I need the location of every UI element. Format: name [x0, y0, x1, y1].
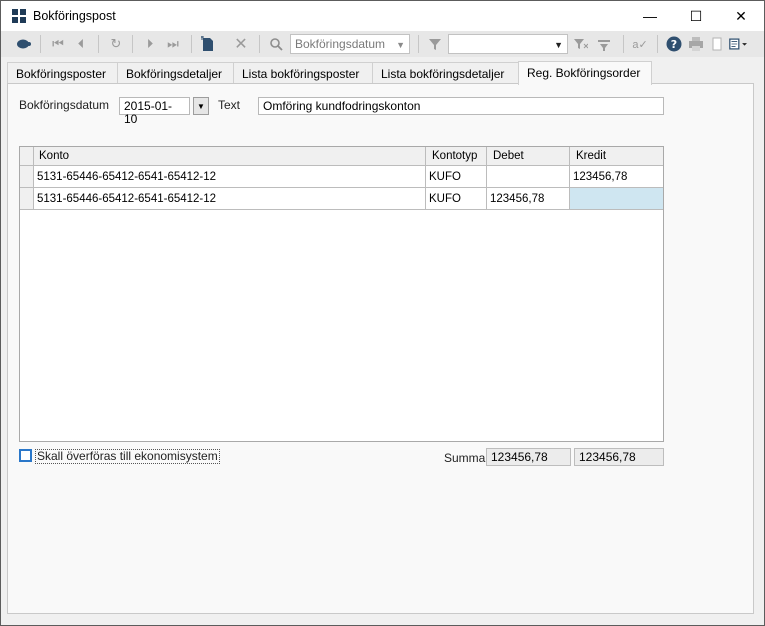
row-header-corner — [20, 147, 34, 166]
column-header-debet[interactable]: Debet — [487, 147, 570, 166]
delete-icon[interactable]: ✕ — [232, 35, 250, 53]
column-header-kredit[interactable]: Kredit — [570, 147, 663, 166]
new-document-icon[interactable] — [199, 35, 217, 53]
printer-icon[interactable] — [687, 35, 705, 53]
tab-reg-bokforingsorder[interactable]: Reg. Bokföringsorder — [518, 61, 652, 85]
page-icon[interactable] — [708, 35, 726, 53]
chevron-down-icon: ▼ — [197, 101, 205, 111]
transfer-checkbox-label[interactable]: Skall överföras till ekonomisystem — [35, 449, 220, 464]
cell-kredit-selected[interactable] — [570, 188, 663, 209]
search-icon[interactable] — [267, 35, 285, 53]
svg-text:?: ? — [671, 38, 677, 51]
title-bar: Bokföringspost — ☐ ✕ — [1, 1, 764, 31]
cell-konto[interactable]: 5131-65446-65412-6541-65412-12 — [34, 166, 426, 187]
tab-lista-bokforingsposter[interactable]: Lista bokföringsposter — [233, 62, 373, 84]
column-header-konto[interactable]: Konto — [34, 147, 426, 166]
summa-label: Summa — [444, 451, 486, 465]
filter-combo[interactable]: ▼ — [448, 34, 568, 54]
filter-icon[interactable] — [426, 35, 444, 53]
help-icon[interactable]: ? — [665, 35, 683, 53]
row-header[interactable] — [20, 166, 34, 187]
chevron-down-icon: ▼ — [396, 40, 405, 50]
tab-bokforingsdetaljer[interactable]: Bokföringsdetaljer — [117, 62, 234, 84]
toolbar: ⏮ ⏴ ↻ ⏵ ⏭ ✕ Bokföringsdatum ▼ ▼ a✓ ? — [1, 31, 764, 57]
text-field[interactable]: Omföring kundfodringskonton — [258, 97, 664, 115]
date-label: Bokföringsdatum — [19, 98, 110, 112]
turtle-icon[interactable] — [14, 35, 32, 53]
summa-debet-field: 123456,78 — [486, 448, 571, 466]
column-header-kontotyp[interactable]: Kontotyp — [426, 147, 487, 166]
row-header[interactable] — [20, 188, 34, 209]
last-record-icon[interactable]: ⏭ — [164, 35, 182, 53]
window-title: Bokföringspost — [33, 9, 116, 23]
previous-record-icon[interactable]: ⏴ — [72, 35, 90, 53]
sort-field-value: Bokföringsdatum — [295, 37, 386, 51]
tab-lista-bokforingsdetaljer[interactable]: Lista bokföringsdetaljer — [372, 62, 519, 84]
summa-kredit-field: 123456,78 — [574, 448, 664, 466]
cell-debet[interactable] — [487, 166, 570, 187]
text-label: Text — [218, 98, 241, 112]
filter-apply-icon[interactable] — [572, 35, 590, 53]
sort-field-combo[interactable]: Bokföringsdatum ▼ — [290, 34, 410, 54]
table-row[interactable]: 5131-65446-65412-6541-65412-12 KUFO 1234… — [20, 166, 663, 188]
date-picker-button[interactable]: ▼ — [193, 97, 209, 115]
app-grid-icon — [12, 9, 26, 23]
close-button[interactable]: ✕ — [718, 1, 764, 31]
spellcheck-icon[interactable]: a✓ — [631, 35, 649, 53]
transfer-checkbox[interactable] — [19, 449, 32, 462]
next-record-icon[interactable]: ⏵ — [141, 35, 159, 53]
cell-kontotyp[interactable]: KUFO — [426, 188, 487, 209]
first-record-icon[interactable]: ⏮ — [49, 35, 67, 53]
date-field[interactable]: 2015-01-10 — [119, 97, 190, 126]
tab-strip: Bokföringsposter Bokföringsdetaljer List… — [1, 61, 764, 85]
bokforing-grid: Konto Kontotyp Debet Kredit 5131-65446-6… — [19, 146, 664, 442]
main-window: Bokföringspost — ☐ ✕ ⏮ ⏴ ↻ ⏵ ⏭ ✕ Bokföri… — [0, 0, 765, 626]
grid-header: Konto Kontotyp Debet Kredit — [20, 147, 663, 166]
table-row[interactable]: 5131-65446-65412-6541-65412-12 KUFO 1234… — [20, 188, 663, 210]
minimize-button[interactable]: — — [627, 1, 673, 31]
cell-debet[interactable]: 123456,78 — [487, 188, 570, 209]
maximize-button[interactable]: ☐ — [673, 1, 719, 31]
report-menu-icon[interactable] — [729, 35, 747, 53]
cell-kontotyp[interactable]: KUFO — [426, 166, 487, 187]
chevron-down-icon: ▼ — [554, 40, 563, 50]
refresh-icon[interactable]: ↻ — [107, 35, 125, 53]
tab-bokforingsposter[interactable]: Bokföringsposter — [7, 62, 118, 84]
cell-kredit[interactable]: 123456,78 — [570, 166, 663, 187]
filter-clear-icon[interactable] — [595, 35, 613, 53]
cell-konto[interactable]: 5131-65446-65412-6541-65412-12 — [34, 188, 426, 209]
